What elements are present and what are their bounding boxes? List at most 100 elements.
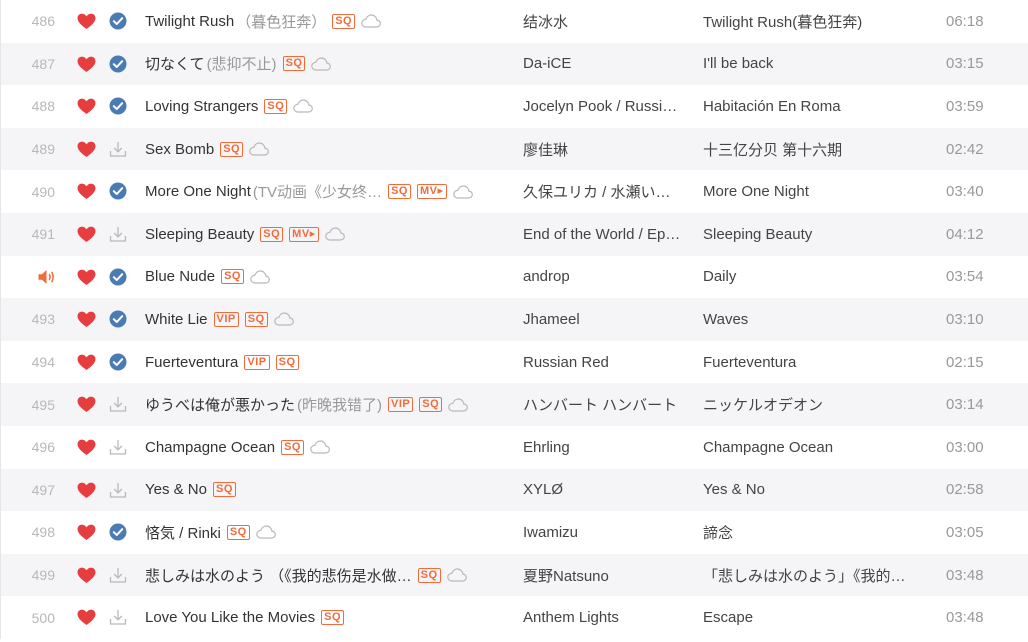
- heart-icon[interactable]: [77, 567, 96, 584]
- artist-name[interactable]: Russian Red: [523, 354, 688, 371]
- heart-icon[interactable]: [77, 609, 96, 626]
- song-title[interactable]: Sex Bomb: [145, 141, 214, 158]
- artist-name[interactable]: 夏野Natsuno: [523, 565, 688, 586]
- song-title[interactable]: Loving Strangers: [145, 98, 258, 115]
- heart-icon[interactable]: [77, 183, 96, 200]
- song-row[interactable]: 494 Fuerteventura VIP SQ Russian Red Fuerteve…: [1, 340, 1028, 384]
- song-row[interactable]: 491 Sleeping Beauty SQ MV▸ End of the World …: [1, 212, 1028, 256]
- album-name[interactable]: Champagne Ocean: [703, 439, 931, 456]
- downloaded-check-icon[interactable]: [109, 353, 127, 371]
- heart-icon[interactable]: [77, 56, 96, 73]
- download-icon[interactable]: [109, 395, 127, 413]
- album-name[interactable]: ニッケルオデオン: [703, 394, 931, 415]
- sq-badge: SQ: [281, 439, 304, 455]
- heart-icon[interactable]: [77, 13, 96, 30]
- artist-name[interactable]: Jocelyn Pook / Russi…: [523, 98, 688, 115]
- song-row[interactable]: 495 ゆうべは俺が悪かった (昨晚我错了) VIP SQ ハンバート ハンバート ニッケル…: [1, 383, 1028, 426]
- song-title[interactable]: White Lie: [145, 311, 208, 328]
- downloaded-check-icon[interactable]: [109, 12, 127, 30]
- downloaded-check-icon[interactable]: [109, 55, 127, 73]
- song-row[interactable]: 497 Yes & No SQ XYLØ Yes & No 02:58: [1, 468, 1028, 512]
- song-title[interactable]: More One Night: [145, 183, 251, 200]
- album-name[interactable]: More One Night: [703, 183, 931, 200]
- row-number: 490: [31, 183, 55, 200]
- song-row[interactable]: 498 悋気 / Rinki SQ Iwamizu 諦念 03:05: [1, 511, 1028, 554]
- album-name[interactable]: I'll be back: [703, 55, 931, 72]
- album-name[interactable]: Daily: [703, 268, 931, 285]
- album-name[interactable]: 諦念: [703, 522, 931, 543]
- song-row[interactable]: 496 Champagne Ocean SQ Ehrling Champagne Oce…: [1, 425, 1028, 469]
- song-title[interactable]: Champagne Ocean: [145, 439, 275, 456]
- heart-icon[interactable]: [77, 396, 96, 413]
- heart-icon[interactable]: [77, 269, 96, 286]
- album-name[interactable]: 「悲しみは水のよう」《我的…: [703, 565, 931, 586]
- download-icon[interactable]: [109, 481, 127, 499]
- album-name[interactable]: Twilight Rush(暮色狂奔): [703, 11, 931, 32]
- duration: 03:59: [946, 97, 984, 115]
- artist-name[interactable]: ハンバート ハンバート: [523, 394, 688, 415]
- download-icon[interactable]: [109, 225, 127, 243]
- artist-name[interactable]: 久保ユリカ / 水瀬い…: [523, 181, 688, 202]
- downloaded-check-icon[interactable]: [109, 523, 127, 541]
- downloaded-check-icon[interactable]: [109, 268, 127, 286]
- artist-name[interactable]: Da-iCE: [523, 55, 688, 72]
- song-row[interactable]: 488 Loving Strangers SQ Jocelyn Pook / Russ…: [1, 85, 1028, 128]
- song-row[interactable]: 490 More One Night (TV动画《少女终… SQ MV▸ 久保ユリカ / …: [1, 170, 1028, 213]
- song-title[interactable]: ゆうべは俺が悪かった: [145, 394, 295, 415]
- artist-name[interactable]: androp: [523, 268, 688, 285]
- cloud-icon: [250, 270, 270, 284]
- song-row[interactable]: Blue Nude SQ androp Daily 03:54: [1, 255, 1028, 299]
- song-row[interactable]: 499 悲しみは水のよう （《我的悲伤是水做… SQ 夏野Natsuno 「悲しみは水の…: [1, 553, 1028, 597]
- album-name[interactable]: Habitación En Roma: [703, 98, 931, 115]
- artist-name[interactable]: Ehrling: [523, 439, 688, 456]
- song-alias: (昨晚我错了): [297, 397, 383, 415]
- sq-badge: SQ: [282, 56, 306, 72]
- downloaded-check-icon[interactable]: [109, 97, 127, 115]
- song-title[interactable]: Sleeping Beauty: [145, 226, 254, 243]
- song-row[interactable]: 486 Twilight Rush （暮色狂奔） SQ 结冰水 Twilight Rush…: [1, 0, 1028, 43]
- heart-icon[interactable]: [77, 524, 96, 541]
- heart-icon[interactable]: [77, 482, 96, 499]
- song-title[interactable]: Love You Like the Movies: [145, 609, 315, 626]
- heart-icon[interactable]: [77, 98, 96, 115]
- song-row[interactable]: 493 White Lie VIP SQ Jhameel Waves 03:10: [1, 298, 1028, 341]
- artist-name[interactable]: 廖佳琳: [523, 139, 688, 160]
- mv-badge[interactable]: MV▸: [416, 184, 447, 200]
- song-row[interactable]: 489 Sex Bomb SQ 廖佳琳 十三亿分贝 第十六期 02:42: [1, 127, 1028, 171]
- artist-name[interactable]: Jhameel: [523, 311, 688, 328]
- heart-icon[interactable]: [77, 226, 96, 243]
- mv-badge[interactable]: MV▸: [289, 226, 319, 242]
- heart-icon[interactable]: [77, 311, 96, 328]
- download-icon[interactable]: [109, 438, 127, 456]
- download-icon[interactable]: [109, 140, 127, 158]
- downloaded-check-icon[interactable]: [109, 310, 127, 328]
- artist-name[interactable]: End of the World / Ep…: [523, 226, 688, 243]
- downloaded-check-icon[interactable]: [109, 182, 127, 200]
- album-name[interactable]: 十三亿分贝 第十六期: [703, 139, 931, 160]
- album-name[interactable]: Waves: [703, 311, 931, 328]
- song-list: 486 Twilight Rush （暮色狂奔） SQ 结冰水 Twilight Rush…: [0, 0, 1028, 639]
- download-icon[interactable]: [109, 608, 127, 626]
- cloud-icon: [361, 14, 382, 28]
- song-title[interactable]: 悋気 / Rinki: [145, 522, 221, 543]
- song-title[interactable]: Yes & No: [145, 481, 207, 498]
- album-name[interactable]: Escape: [703, 609, 931, 626]
- album-name[interactable]: Sleeping Beauty: [703, 226, 931, 243]
- song-title[interactable]: Twilight Rush: [145, 13, 234, 30]
- artist-name[interactable]: XYLØ: [523, 481, 688, 498]
- song-row[interactable]: 500 Love You Like the Movies SQ Anthem Ligh…: [1, 596, 1028, 639]
- song-title[interactable]: Fuerteventura: [145, 354, 238, 371]
- album-name[interactable]: Fuerteventura: [703, 354, 931, 371]
- artist-name[interactable]: 结冰水: [523, 11, 688, 32]
- album-name[interactable]: Yes & No: [703, 481, 931, 498]
- song-title[interactable]: 悲しみは水のよう （《我的悲伤是水做…: [145, 565, 412, 586]
- artist-name[interactable]: Anthem Lights: [523, 609, 688, 626]
- heart-icon[interactable]: [77, 354, 96, 371]
- song-row[interactable]: 487 切なくて (悲抑不止) SQ Da-iCE I'll be back 03:15: [1, 42, 1028, 86]
- heart-icon[interactable]: [77, 141, 96, 158]
- song-title[interactable]: 切なくて: [145, 53, 205, 74]
- download-icon[interactable]: [109, 566, 127, 584]
- artist-name[interactable]: Iwamizu: [523, 524, 688, 541]
- song-title[interactable]: Blue Nude: [145, 268, 215, 285]
- heart-icon[interactable]: [77, 439, 96, 456]
